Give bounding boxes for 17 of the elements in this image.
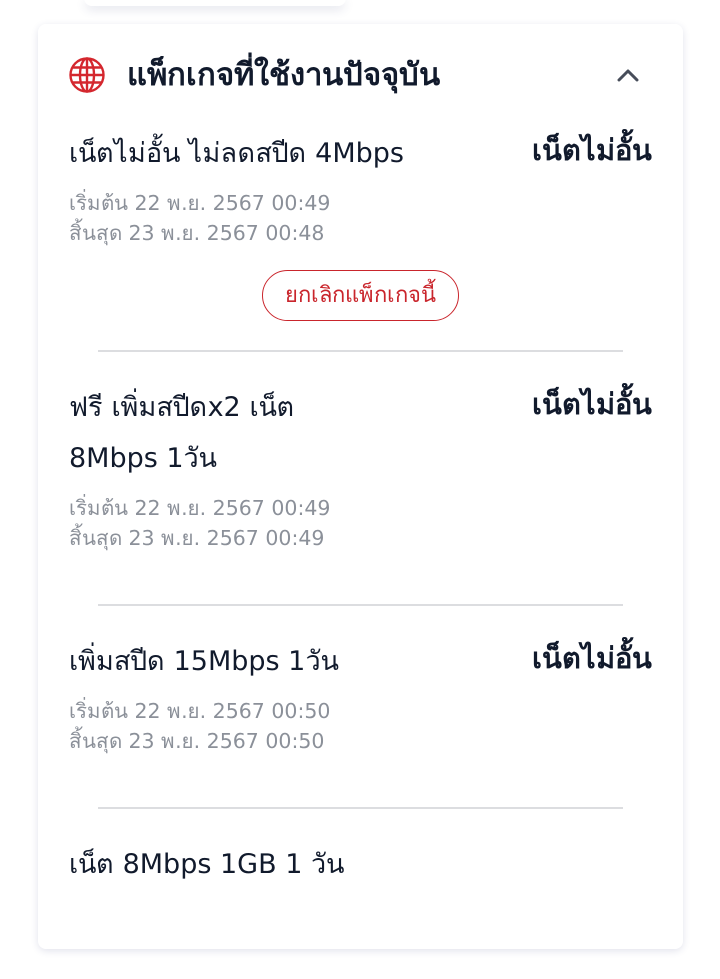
chevron-up-icon[interactable] (616, 67, 640, 83)
package-name: ฟรี เพิ่มสปีดx2 เน็ต 8Mbps 1วัน (69, 382, 294, 484)
globe-icon (69, 57, 105, 93)
start-date: เริ่มต้น 22 พ.ย. 2567 00:49 (69, 493, 332, 522)
cancel-package-button[interactable]: ยกเลิกแพ็กเกจนี้ (262, 270, 459, 321)
package-name: เน็ตไม่อั้น ไม่ลดสปีด 4Mbps (69, 128, 404, 179)
start-date: เริ่มต้น 22 พ.ย. 2567 00:50 (69, 696, 332, 725)
package-type: เน็ตไม่อั้น (532, 638, 652, 678)
start-date: เริ่มต้น 22 พ.ย. 2567 00:49 (69, 188, 332, 217)
end-date: สิ้นสุด 23 พ.ย. 2567 00:48 (69, 218, 652, 248)
section-title: แพ็กเกจที่ใช้งานปัจจุบัน (127, 44, 616, 106)
package-type: เน็ตไม่อั้น (532, 130, 652, 170)
package-type: เน็ตไม่อั้น (532, 384, 652, 424)
end-date: สิ้นสุด 23 พ.ย. 2567 00:49 (69, 523, 652, 553)
package-name: เน็ต 8Mbps 1GB 1 วัน (69, 847, 344, 882)
package-name: เพิ่มสปีด 15Mbps 1วัน (69, 636, 338, 687)
end-date: สิ้นสุด 23 พ.ย. 2567 00:50 (69, 726, 652, 756)
